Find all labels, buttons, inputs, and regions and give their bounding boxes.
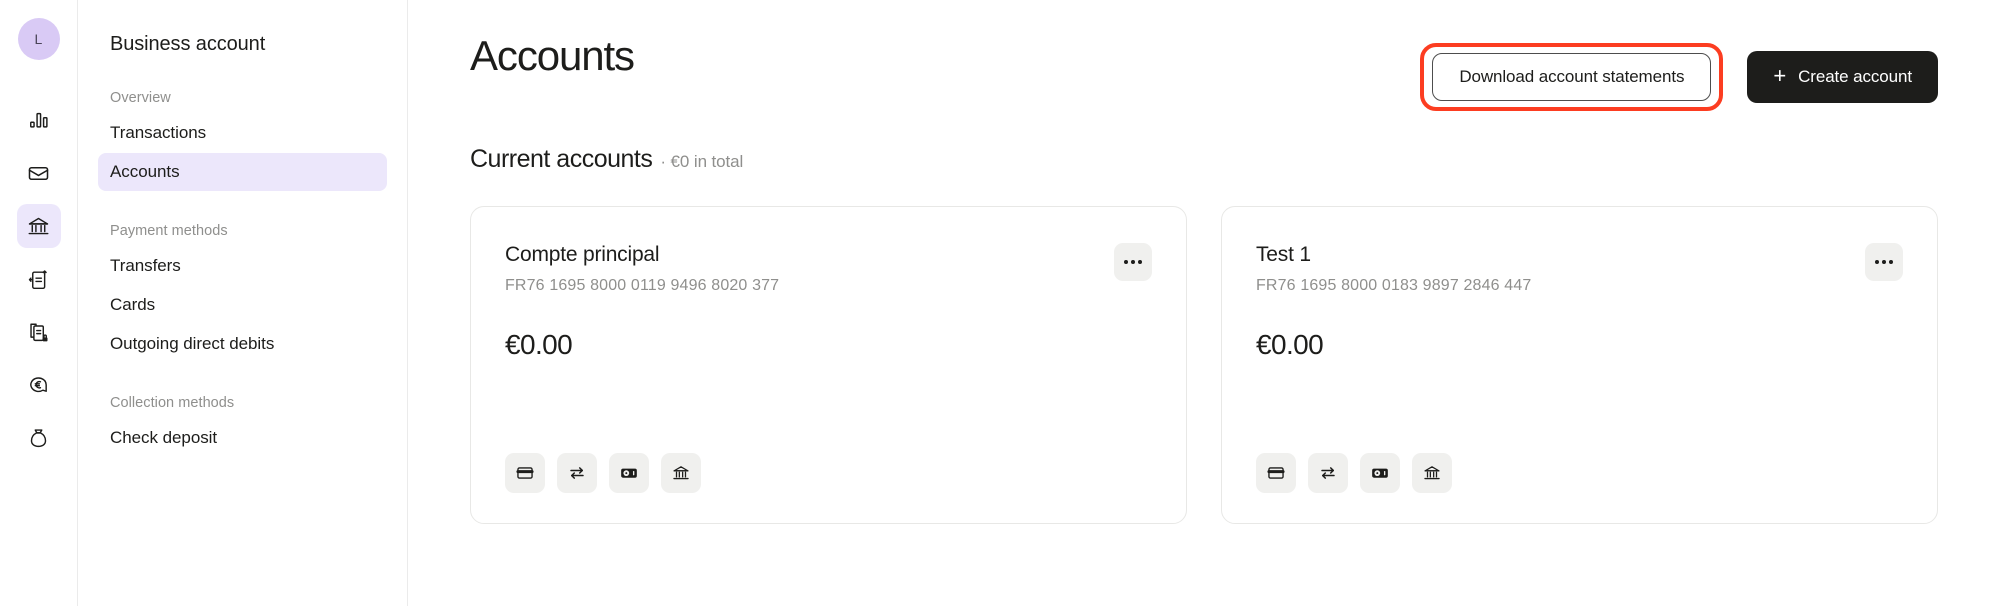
card-icon-button[interactable]: [505, 453, 545, 493]
page-header: Accounts Download account statements + C…: [470, 0, 1938, 111]
bank-icon-button[interactable]: [661, 453, 701, 493]
ellipsis-dot-icon: [1138, 260, 1142, 264]
page-title: Accounts: [470, 32, 635, 79]
account-balance: €0.00: [505, 329, 573, 360]
account-card[interactable]: Compte principal FR76 1695 8000 0119 949…: [470, 206, 1187, 524]
download-account-statements-button[interactable]: Download account statements: [1432, 53, 1712, 101]
euro-speech-icon[interactable]: [17, 363, 61, 407]
transfer-arrows-icon: [570, 467, 584, 479]
cash-banknote-icon: [621, 468, 637, 478]
nav-group-label-collection-methods: Collection methods: [110, 395, 235, 411]
documents-lock-icon[interactable]: [17, 310, 61, 354]
account-card[interactable]: Test 1 FR76 1695 8000 0183 9897 2846 447…: [1221, 206, 1938, 524]
create-account-button-label: Create account: [1798, 67, 1912, 86]
transfer-icon-button[interactable]: [557, 453, 597, 493]
ellipsis-dot-icon: [1889, 260, 1893, 264]
account-more-options-button[interactable]: [1865, 243, 1903, 281]
invoice-outgoing-icon[interactable]: [17, 257, 61, 301]
sidebar-item-outgoing-direct-debits[interactable]: Outgoing direct debits: [98, 325, 387, 363]
download-button-highlight: Download account statements: [1420, 43, 1724, 111]
transfer-icon-button[interactable]: [1308, 453, 1348, 493]
nav-group-collection-methods: Collection methods Check deposit: [98, 389, 387, 457]
account-more-options-button[interactable]: [1114, 243, 1152, 281]
avatar[interactable]: L: [17, 18, 60, 60]
account-card-header: Compte principal FR76 1695 8000 0119 949…: [505, 241, 1152, 297]
sidebar-item-cards[interactable]: Cards: [98, 286, 387, 324]
ellipsis-dot-icon: [1882, 260, 1886, 264]
plus-icon: +: [1773, 63, 1787, 88]
bank-icon: [673, 466, 689, 480]
account-iban: FR76 1695 8000 0119 9496 8020 377: [505, 277, 780, 294]
cash-banknote-icon: [1372, 468, 1388, 478]
cash-icon-button[interactable]: [1360, 453, 1400, 493]
bank-icon[interactable]: [16, 204, 61, 248]
cash-icon-button[interactable]: [609, 453, 649, 493]
inbox-icon[interactable]: [17, 151, 61, 195]
bar-chart-icon[interactable]: [17, 98, 61, 142]
account-card-identity: Compte principal FR76 1695 8000 0119 949…: [505, 241, 779, 297]
ellipsis-dot-icon: [1131, 260, 1135, 264]
accounts-grid: Compte principal FR76 1695 8000 0119 949…: [470, 206, 1938, 524]
account-card-actions: [505, 453, 1152, 493]
workspace-title: Business account: [110, 33, 266, 55]
transfer-arrows-icon: [1321, 467, 1335, 479]
header-actions: Download account statements + Create acc…: [1420, 28, 1938, 111]
section-subtitle: · €0 in total: [660, 152, 744, 171]
sidebar-item-accounts[interactable]: Accounts: [98, 153, 387, 191]
account-name: Test 1: [1256, 243, 1311, 266]
ellipsis-dot-icon: [1875, 260, 1879, 264]
ellipsis-dot-icon: [1124, 260, 1128, 264]
account-iban: FR76 1695 8000 0183 9897 2846 447: [1256, 277, 1532, 294]
card-icon: [516, 467, 534, 479]
account-balance: €0.00: [1256, 329, 1324, 360]
money-bag-icon[interactable]: [17, 416, 61, 460]
sidebar: Business account Overview Transactions A…: [78, 0, 408, 606]
card-icon: [1267, 467, 1285, 479]
section-header: Current accounts · €0 in total: [470, 145, 1938, 174]
bank-icon-button[interactable]: [1412, 453, 1452, 493]
main-content: Accounts Download account statements + C…: [408, 0, 2000, 606]
account-name: Compte principal: [505, 243, 660, 266]
card-icon-button[interactable]: [1256, 453, 1296, 493]
icon-rail: L: [0, 0, 78, 606]
nav-group-overview: Overview Transactions Accounts: [98, 84, 387, 191]
nav-group-payment-methods: Payment methods Transfers Cards Outgoing…: [98, 217, 387, 363]
account-card-header: Test 1 FR76 1695 8000 0183 9897 2846 447: [1256, 241, 1903, 297]
app-root: L Business account Overview Transactions…: [0, 0, 2000, 606]
account-card-actions: [1256, 453, 1903, 493]
bank-icon: [1424, 466, 1440, 480]
sidebar-item-transactions[interactable]: Transactions: [98, 114, 387, 152]
sidebar-item-transfers[interactable]: Transfers: [98, 247, 387, 285]
account-card-identity: Test 1 FR76 1695 8000 0183 9897 2846 447: [1256, 241, 1531, 297]
avatar-initial: L: [34, 31, 43, 47]
sidebar-item-check-deposit[interactable]: Check deposit: [98, 419, 387, 457]
section-title: Current accounts: [470, 145, 653, 173]
nav-group-label-overview: Overview: [110, 90, 171, 106]
nav-group-label-payment-methods: Payment methods: [110, 223, 228, 239]
create-account-button[interactable]: + Create account: [1747, 51, 1938, 103]
